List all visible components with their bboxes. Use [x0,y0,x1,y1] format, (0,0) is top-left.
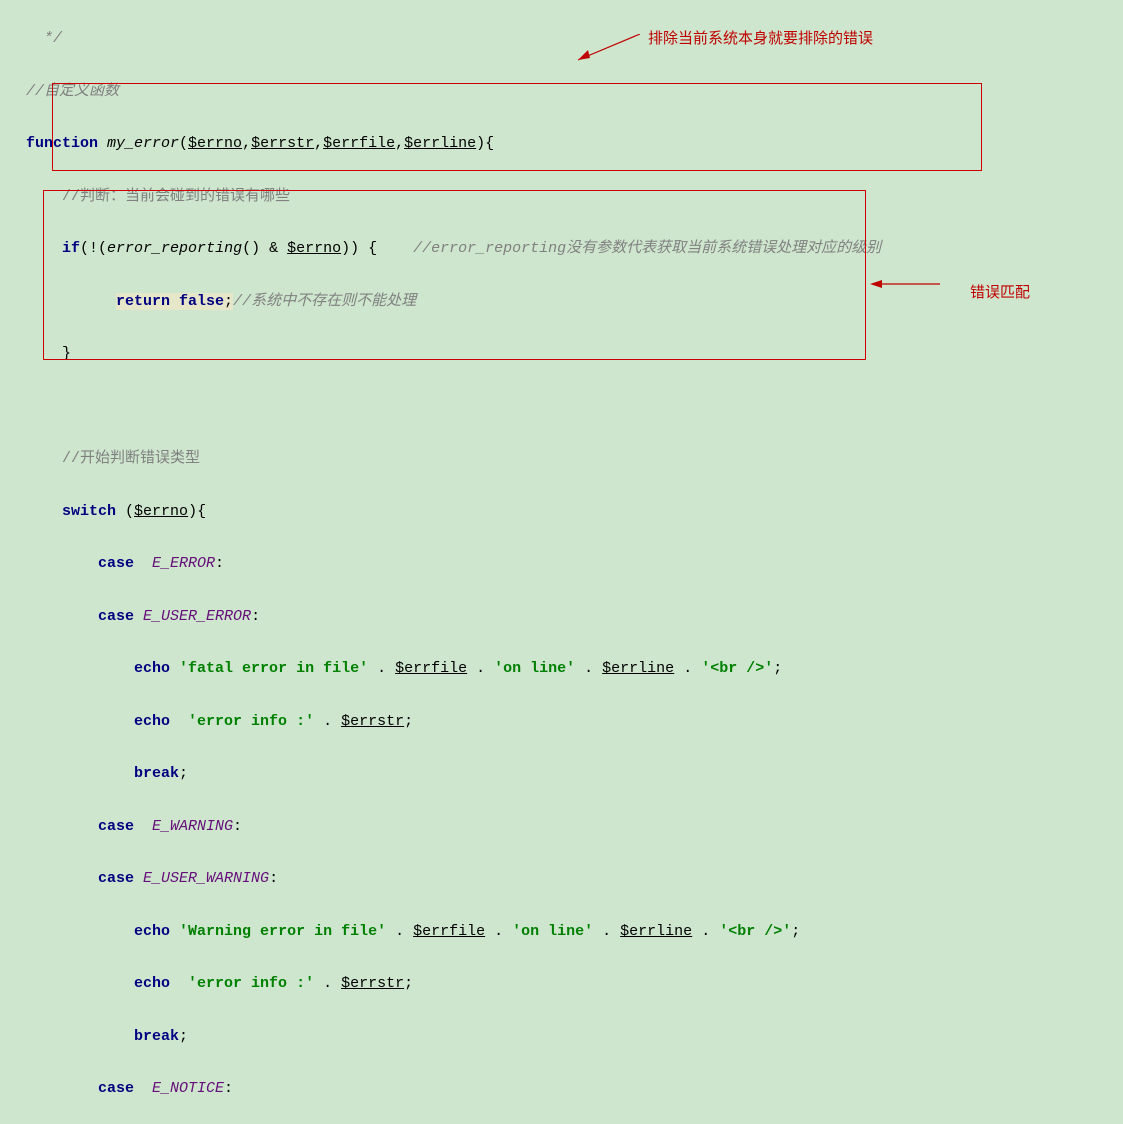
code-line: //开始判断错误类型 [26,446,1123,472]
highlight-box-1 [52,83,982,171]
annotation-text: 错误匹配 [970,280,1030,306]
code-line: case E_USER_ERROR: [26,604,1123,630]
code-line: echo 'fatal error in file' . $errfile . … [26,656,1123,682]
code-line: break; [26,761,1123,787]
comment: */ [44,30,62,47]
code-line: echo 'Warning error in file' . $errfile … [26,919,1123,945]
code-line [26,394,1123,420]
code-line: case E_WARNING: [26,814,1123,840]
code-line: case E_NOTICE: [26,1076,1123,1102]
annotation-text: 排除当前系统本身就要排除的错误 [648,26,873,52]
code-line: break; [26,1024,1123,1050]
code-line: echo 'error info :' . $errstr; [26,709,1123,735]
code-line: case E_USER_WARNING: [26,866,1123,892]
code-line: */ [26,26,1123,52]
code-line: switch ($errno){ [26,499,1123,525]
code-line: echo 'error info :' . $errstr; [26,971,1123,997]
highlight-box-2 [43,190,866,360]
code-line: case E_ERROR: [26,551,1123,577]
